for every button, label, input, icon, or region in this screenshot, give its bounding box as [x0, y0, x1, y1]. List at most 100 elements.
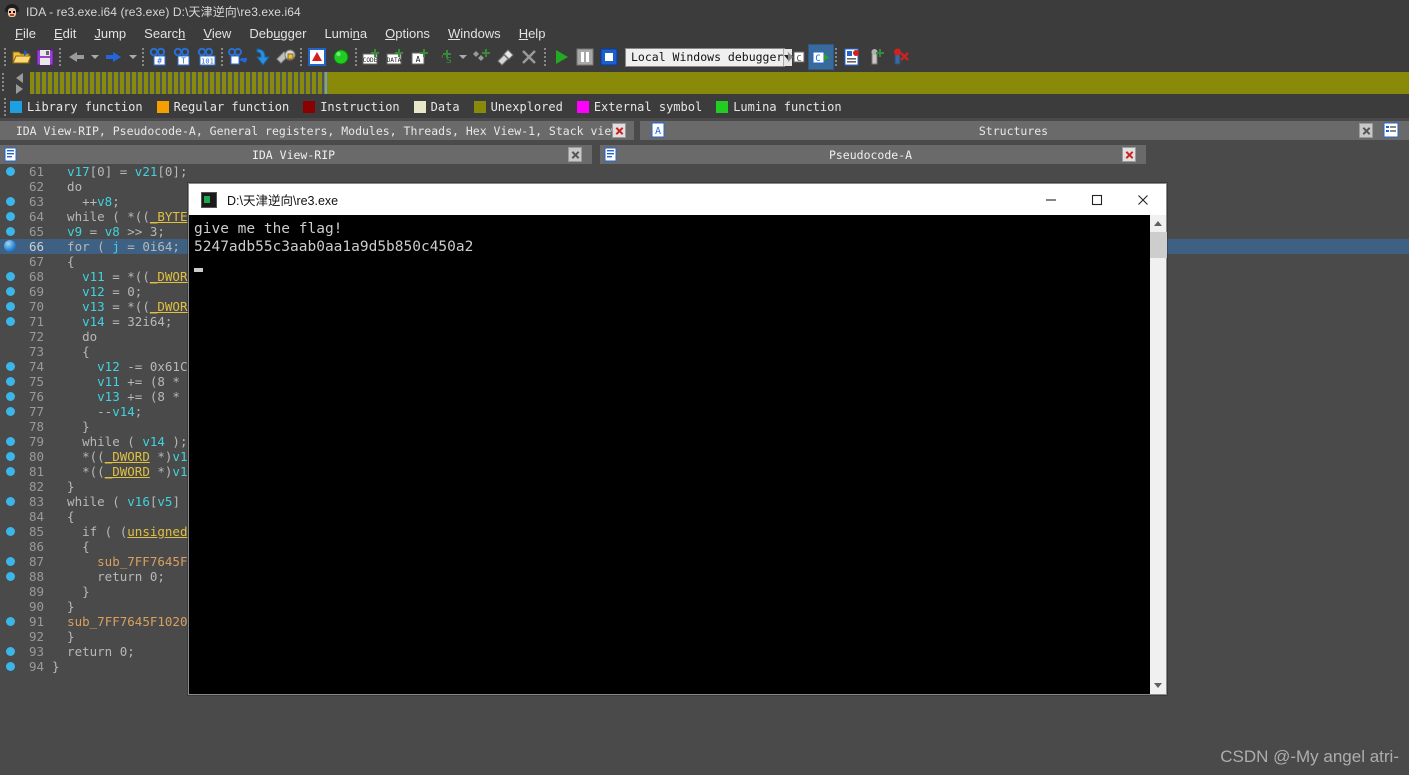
console-title-bar[interactable]: D:\天津逆向\re3.exe	[189, 184, 1166, 215]
step-over-icon[interactable]: C	[785, 45, 809, 69]
navigate-back-icon[interactable]	[64, 45, 88, 69]
open-file-icon[interactable]	[9, 45, 33, 69]
debugger-select[interactable]: Local Windows debugger	[625, 47, 793, 67]
breakpoint-icon[interactable]	[6, 317, 15, 326]
make-struct-dropdown[interactable]	[456, 45, 470, 69]
delete-breakpoint-icon[interactable]	[888, 45, 912, 69]
toolbar-grip-2[interactable]	[57, 46, 64, 68]
breakpoint-icon[interactable]	[6, 407, 15, 416]
breakpoint-icon[interactable]	[6, 377, 15, 386]
breakpoint-icon[interactable]	[6, 572, 15, 581]
menu-view[interactable]: View	[194, 24, 240, 43]
breakpoint-icon[interactable]	[6, 392, 15, 401]
document-icon	[4, 147, 19, 162]
dock-group-right-close-icon[interactable]	[1359, 123, 1373, 138]
menu-jump[interactable]: Jump	[85, 24, 135, 43]
breakpoint-icon[interactable]	[6, 302, 15, 311]
breakpoint-icon[interactable]	[6, 212, 15, 221]
token-fn: sub_7FF7645F10	[97, 554, 203, 569]
navband-grip[interactable]	[0, 72, 8, 94]
breakpoint-icon[interactable]	[6, 617, 15, 626]
step-into-icon[interactable]: C	[808, 44, 834, 70]
jump-to-icon[interactable]	[226, 45, 250, 69]
pseudocode-line[interactable]: 61 v17[0] = v21[0];	[0, 164, 1409, 179]
make-struct-icon[interactable]: 's	[432, 45, 456, 69]
breakpoint-list-icon[interactable]	[840, 45, 864, 69]
breakpoint-icon[interactable]	[6, 527, 15, 536]
menu-help[interactable]: Help	[510, 24, 555, 43]
scroll-down-icon[interactable]	[1150, 677, 1167, 694]
structures-list-icon[interactable]	[1383, 122, 1401, 139]
breakpoint-icon[interactable]	[6, 662, 15, 671]
dock-group-right[interactable]: A Structures	[640, 121, 1409, 140]
dock-group-left[interactable]: IDA View-RIP, Pseudocode-A, General regi…	[0, 121, 634, 140]
make-array-icon[interactable]: A	[408, 45, 432, 69]
breakpoint-icon[interactable]	[6, 497, 15, 506]
problems-icon[interactable]	[305, 45, 329, 69]
scroll-up-icon[interactable]	[1150, 215, 1167, 232]
breakpoint-icon[interactable]	[6, 452, 15, 461]
menu-options[interactable]: Options	[376, 24, 439, 43]
menu-file[interactable]: File	[6, 24, 45, 43]
unlock-icon[interactable]	[274, 45, 298, 69]
dock-group-left-close-icon[interactable]	[612, 123, 626, 138]
breakpoint-icon[interactable]	[6, 557, 15, 566]
tab-ida-view-rip-close-icon[interactable]	[568, 147, 582, 162]
token-pun	[52, 374, 97, 389]
breakpoint-icon[interactable]	[6, 227, 15, 236]
make-data-icon[interactable]: DATA	[384, 45, 408, 69]
menu-debugger[interactable]: Debugger	[240, 24, 315, 43]
breakpoint-icon[interactable]	[6, 197, 15, 206]
back-history-dropdown[interactable]	[88, 45, 102, 69]
pause-process-icon[interactable]	[573, 45, 597, 69]
scrollbar-thumb[interactable]	[1149, 232, 1167, 258]
delete-function-icon[interactable]	[518, 45, 542, 69]
legend-grip[interactable]	[2, 97, 10, 117]
search-text-icon[interactable]: T	[171, 45, 195, 69]
tab-ida-view-rip[interactable]: IDA View-RIP	[0, 145, 592, 164]
save-icon[interactable]	[33, 45, 57, 69]
maximize-button[interactable]	[1074, 184, 1120, 215]
tab-pseudocode-a-close-icon[interactable]	[1122, 147, 1136, 162]
breakpoint-icon[interactable]	[6, 167, 15, 176]
make-code-icon[interactable]: CODE	[360, 45, 384, 69]
breakpoint-icon[interactable]	[6, 647, 15, 656]
toolbar-grip-3[interactable]	[140, 46, 147, 68]
close-button[interactable]	[1120, 184, 1166, 215]
toolbar-grip-8[interactable]	[833, 46, 840, 68]
toolbar-grip-7[interactable]	[542, 46, 549, 68]
menu-windows[interactable]: Windows	[439, 24, 510, 43]
navigate-forward-icon[interactable]	[102, 45, 126, 69]
breakpoint-icon[interactable]	[6, 272, 15, 281]
menu-search[interactable]: Search	[135, 24, 194, 43]
navigation-band[interactable]	[0, 70, 1409, 96]
tab-pseudocode-a[interactable]: Pseudocode-A	[600, 145, 1146, 164]
toolbar-grip-4[interactable]	[219, 46, 226, 68]
start-process-icon[interactable]	[549, 45, 573, 69]
func-props-icon[interactable]	[494, 45, 518, 69]
navband-strip[interactable]	[30, 72, 1409, 94]
breakpoint-icon[interactable]	[6, 287, 15, 296]
console-scrollbar[interactable]	[1149, 215, 1167, 694]
jump-down-icon[interactable]	[250, 45, 274, 69]
breakpoint-icon[interactable]	[6, 467, 15, 476]
lumina-status-icon[interactable]	[329, 45, 353, 69]
minimize-button[interactable]	[1028, 184, 1074, 215]
toolbar-grip-6[interactable]	[353, 46, 360, 68]
edit-function-icon[interactable]	[470, 45, 494, 69]
toolbar-grip-5[interactable]	[298, 46, 305, 68]
add-breakpoint-icon[interactable]	[864, 45, 888, 69]
current-instruction-icon[interactable]	[4, 240, 16, 252]
console-body[interactable]: give me the flag! 5247adb55c3aab0aa1a9d5…	[189, 215, 1167, 694]
menu-lumina[interactable]: Lumina	[315, 24, 376, 43]
navband-arrows[interactable]	[8, 71, 30, 95]
console-window[interactable]: D:\天津逆向\re3.exe give me the flag! 5247ad…	[188, 183, 1167, 695]
breakpoint-icon[interactable]	[6, 437, 15, 446]
terminate-process-icon[interactable]	[597, 45, 621, 69]
menu-edit[interactable]: Edit	[45, 24, 85, 43]
search-hex-icon[interactable]: #	[147, 45, 171, 69]
breakpoint-icon[interactable]	[6, 362, 15, 371]
toolbar-grip-1[interactable]	[2, 46, 9, 68]
forward-history-dropdown[interactable]	[126, 45, 140, 69]
search-immediate-icon[interactable]: 101	[195, 45, 219, 69]
